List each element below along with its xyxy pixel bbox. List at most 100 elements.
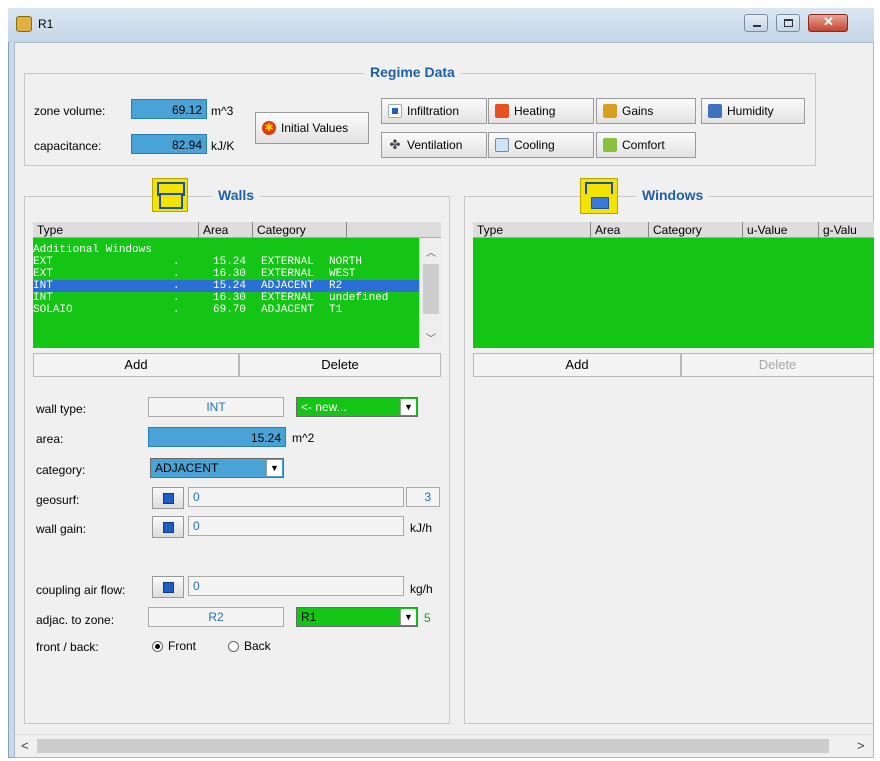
close-icon: ✕: [823, 14, 834, 29]
windows-col-area[interactable]: Area: [591, 222, 649, 238]
table-row[interactable]: EXT. 15.24 EXTERNAL NORTH: [33, 256, 419, 268]
cooling-label: Cooling: [514, 138, 555, 152]
windows-list[interactable]: [473, 238, 874, 348]
horizontal-scrollbar[interactable]: < >: [15, 734, 873, 756]
geosurf-field[interactable]: 0: [188, 487, 404, 507]
category-select[interactable]: ADJACENT ▼: [150, 458, 284, 478]
windows-col-type[interactable]: Type: [473, 222, 591, 238]
front-radio[interactable]: Front: [152, 639, 196, 653]
wall-gain-label: wall gain:: [36, 522, 87, 536]
radio-checked-icon[interactable]: [152, 641, 163, 653]
row-area: 15.24: [213, 256, 247, 268]
windows-delete-button[interactable]: Delete: [681, 353, 874, 377]
radio-unchecked-icon[interactable]: [228, 641, 239, 653]
category-select-value: ADJACENT: [155, 461, 219, 475]
adjac-zone-count: 5: [424, 611, 431, 625]
gains-icon: [603, 104, 617, 118]
coupling-air-flow-label: coupling air flow:: [36, 583, 126, 597]
coupling-air-flow-button[interactable]: [152, 576, 184, 598]
geosurf-button[interactable]: [152, 487, 184, 509]
walls-delete-button[interactable]: Delete: [239, 353, 441, 377]
chevron-down-icon[interactable]: ▼: [266, 460, 282, 476]
back-radio[interactable]: Back: [228, 639, 271, 653]
wall-gain-button[interactable]: [152, 516, 184, 538]
cooling-button[interactable]: Cooling: [488, 132, 594, 158]
capacitance-value[interactable]: 82.94: [131, 134, 207, 154]
humidity-button[interactable]: Humidity: [701, 98, 805, 124]
adjac-zone-value: R2: [148, 607, 284, 627]
edit-icon: [162, 492, 174, 504]
zone-volume-value[interactable]: 69.12: [131, 99, 207, 119]
walls-col-extra[interactable]: [347, 222, 441, 238]
table-row[interactable]: INT. 16.30 EXTERNAL undefined: [33, 292, 419, 304]
adjac-zone-select[interactable]: R1 ▼: [296, 607, 418, 627]
humidity-icon: [708, 104, 722, 118]
close-button[interactable]: ✕: [808, 14, 848, 32]
row-dot: .: [173, 256, 180, 268]
initial-values-button[interactable]: ✱ Initial Values: [255, 112, 369, 144]
table-row[interactable]: EXT. 16.30 EXTERNAL WEST: [33, 268, 419, 280]
window-title: R1: [38, 17, 54, 31]
gains-button[interactable]: Gains: [596, 98, 696, 124]
walls-add-button[interactable]: Add: [33, 353, 239, 377]
heating-label: Heating: [514, 104, 556, 118]
chevron-down-icon[interactable]: ▼: [400, 399, 416, 415]
row-extra: R2: [329, 280, 343, 292]
windows-col-category[interactable]: Category: [649, 222, 743, 238]
row-dot: .: [173, 268, 180, 280]
snowman-icon: [495, 138, 509, 152]
coupling-air-flow-field[interactable]: 0: [188, 576, 404, 596]
row-type: INT: [33, 292, 53, 304]
minimize-button[interactable]: [744, 14, 768, 32]
walls-col-category[interactable]: Category: [253, 222, 347, 238]
windows-col-g-value[interactable]: g-Valu: [819, 222, 874, 238]
table-row[interactable]: Additional Windows: [33, 244, 419, 256]
heating-icon: [495, 104, 509, 118]
scroll-up-icon[interactable]: ︿: [426, 244, 436, 259]
infiltration-button[interactable]: Infiltration: [381, 98, 487, 124]
scroll-left-icon[interactable]: <: [21, 738, 29, 753]
window-house-icon: [580, 178, 618, 214]
house-body: [159, 193, 183, 209]
row-type: Additional Windows: [33, 244, 152, 256]
table-row[interactable]: SOLAIO. 69.70 ADJACENT T1: [33, 304, 419, 316]
chevron-down-icon[interactable]: ▼: [400, 609, 416, 625]
row-dot: .: [173, 280, 180, 292]
table-row-selected[interactable]: INT. 15.24 ADJACENT R2: [33, 280, 419, 292]
walls-list-scrollbar[interactable]: ︿ ﹀: [419, 238, 441, 348]
area-value[interactable]: 15.24: [148, 427, 286, 447]
row-area: 16.30: [213, 292, 247, 304]
maximize-button[interactable]: [776, 14, 800, 32]
row-dot: .: [173, 304, 180, 316]
row-type: EXT: [33, 268, 53, 280]
comfort-icon: [603, 138, 617, 152]
area-label: area:: [36, 432, 64, 446]
capacitance-label: capacitance:: [34, 139, 102, 153]
heating-button[interactable]: Heating: [488, 98, 594, 124]
maximize-icon: [784, 19, 793, 27]
horizontal-scroll-thumb[interactable]: [37, 739, 829, 753]
comfort-button[interactable]: Comfort: [596, 132, 696, 158]
row-extra: WEST: [329, 268, 356, 280]
walls-list-header: Type Area Category: [33, 222, 441, 238]
wall-type-value: INT: [148, 397, 284, 417]
walls-col-area[interactable]: Area: [199, 222, 253, 238]
capacitance-unit: kJ/K: [211, 139, 235, 153]
scroll-thumb[interactable]: [423, 264, 439, 314]
row-category: ADJACENT: [261, 280, 314, 292]
walls-list[interactable]: Additional Windows EXT. 15.24 EXTERNAL NORT…: [33, 238, 419, 348]
scroll-right-icon[interactable]: >: [857, 738, 865, 753]
humidity-label: Humidity: [727, 104, 774, 118]
row-area: 16.30: [213, 268, 247, 280]
front-back-label: front / back:: [36, 640, 99, 654]
windows-add-button[interactable]: Add: [473, 353, 681, 377]
wall-type-select[interactable]: <- new... ▼: [296, 397, 418, 417]
walls-col-type[interactable]: Type: [33, 222, 199, 238]
row-dot: .: [173, 292, 180, 304]
coupling-air-flow-unit: kg/h: [410, 582, 433, 596]
windows-col-u-value[interactable]: u-Value: [743, 222, 819, 238]
regime-data-legend: Regime Data: [364, 64, 461, 80]
ventilation-button[interactable]: ✤ Ventilation: [381, 132, 487, 158]
wall-gain-field[interactable]: 0: [188, 516, 404, 536]
scroll-down-icon[interactable]: ﹀: [426, 330, 436, 345]
